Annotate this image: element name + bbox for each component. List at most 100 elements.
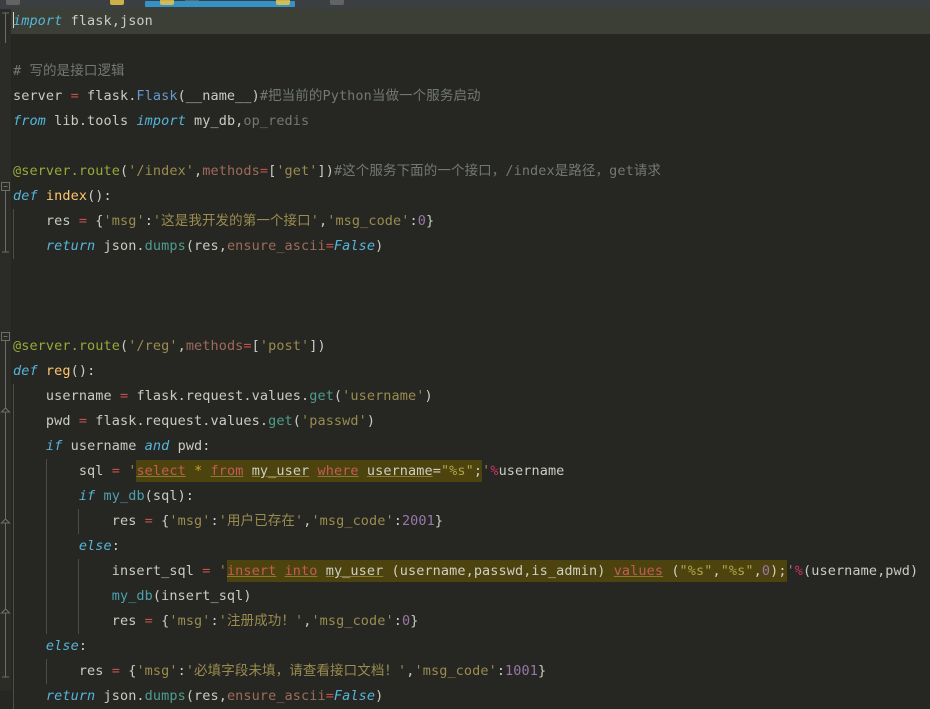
code-line[interactable]: if my_db(sql):: [11, 484, 930, 509]
code-line-text: else:: [13, 638, 87, 654]
code-token: ,: [177, 338, 186, 354]
code-token: 'msg_code': [414, 663, 497, 679]
code-line[interactable]: [11, 34, 930, 59]
code-token: 0: [761, 563, 771, 579]
code-token: __name__: [185, 88, 252, 104]
code-line-text: else:: [13, 538, 120, 554]
code-line[interactable]: res = {'msg':'注册成功！','msg_code':0}: [11, 609, 930, 634]
indent-guide: [45, 484, 47, 509]
code-token: ,: [753, 563, 762, 579]
code-token: ): [366, 413, 376, 429]
code-token: =: [325, 688, 334, 704]
code-line[interactable]: else:: [11, 634, 930, 659]
code-token: }: [410, 613, 419, 629]
code-token: :: [393, 513, 402, 529]
code-line[interactable]: [11, 259, 930, 284]
code-token: :: [210, 513, 219, 529]
indent-guide: [45, 584, 47, 609]
code-line[interactable]: server = flask.Flask(__name__)#把当前的Pytho…: [11, 84, 930, 109]
code-line[interactable]: pwd = flask.request.values.get('passwd'): [11, 409, 930, 434]
code-token: (username,pwd): [803, 563, 919, 579]
code-token: ;: [473, 463, 483, 479]
code-token: flask.request.values.: [128, 388, 310, 404]
code-token: "%s": [440, 463, 474, 479]
code-folding-gutter[interactable]: [0, 9, 11, 691]
code-line[interactable]: if username and pwd:: [11, 434, 930, 459]
code-line-text: my_db(insert_sql): [13, 588, 252, 604]
code-line[interactable]: [11, 284, 930, 309]
code-line[interactable]: res = {'msg':'这是我开发的第一个接口','msg_code':0}: [11, 209, 930, 234]
code-line-text: import flask,json: [13, 12, 153, 29]
code-line-text: if username and pwd:: [13, 438, 211, 454]
bulb-icon-2[interactable]: [160, 0, 174, 5]
code-token: 'msg': [169, 513, 211, 529]
code-line[interactable]: @server.route('/reg',methods=['post']): [11, 334, 930, 359]
code-line[interactable]: def reg():: [11, 359, 930, 384]
bulb-icon-3[interactable]: [276, 0, 290, 5]
code-token: flask.: [78, 88, 137, 104]
code-token: 'post': [259, 338, 310, 354]
indent-guide: [45, 459, 47, 484]
indent-guide: [78, 509, 80, 534]
indent-guide: [13, 484, 14, 509]
code-token: =: [432, 463, 441, 479]
code-line[interactable]: [11, 134, 930, 159]
code-token: 'passwd': [301, 413, 367, 429]
code-token: ': [786, 563, 795, 579]
code-line[interactable]: else:: [11, 534, 930, 559]
code-token: =: [111, 463, 120, 479]
code-line[interactable]: [11, 309, 930, 334]
code-line[interactable]: return json.dumps(res,ensure_ascii=False…: [11, 684, 930, 709]
code-token: {: [87, 213, 104, 229]
code-token: @server.route: [13, 338, 120, 354]
code-token: username: [366, 463, 433, 479]
code-line[interactable]: sql = 'select * from my_user where usern…: [11, 459, 930, 484]
toolbar-icon-more[interactable]: [330, 0, 344, 5]
code-token: :: [202, 438, 211, 454]
code-token: lib.tools: [45, 113, 137, 129]
code-line[interactable]: my_db(insert_sql): [11, 584, 930, 609]
code-token: 'msg_code': [311, 513, 394, 529]
toolbar-icon-run[interactable]: [6, 0, 20, 5]
code-token: 'username': [342, 388, 425, 404]
code-line[interactable]: res = {'msg':'必填字段未填，请查看接口文档！','msg_code…: [11, 659, 930, 684]
code-token: ():: [87, 188, 112, 204]
code-content[interactable]: import flask,json # 写的是接口逻辑 server = flask…: [11, 9, 930, 709]
code-line-text: if my_db(sql):: [13, 488, 194, 504]
code-token: reg: [45, 363, 71, 379]
code-line[interactable]: @server.route('/index',methods=['get'])#…: [11, 159, 930, 184]
code-token: res: [111, 613, 145, 629]
code-editor[interactable]: import flask,json # 写的是接口逻辑 server = flask…: [0, 9, 930, 709]
code-token: '注册成功！': [218, 613, 304, 629]
code-token: return: [45, 688, 96, 704]
code-line[interactable]: def index():: [11, 184, 930, 209]
code-line[interactable]: import flask,json: [11, 9, 930, 34]
code-token: username: [498, 463, 565, 479]
code-token: ): [424, 388, 433, 404]
code-line-text: sql = 'select * from my_user where usern…: [13, 463, 564, 479]
code-line[interactable]: insert_sql = 'insert into my_user (usern…: [11, 559, 930, 584]
code-line-text: @server.route('/reg',methods=['post']): [13, 338, 326, 354]
code-line[interactable]: from lib.tools import my_db,op_redis: [11, 109, 930, 134]
code-token: from: [210, 463, 244, 479]
code-line[interactable]: username = flask.request.values.get('use…: [11, 384, 930, 409]
code-token: 'msg': [169, 613, 211, 629]
indent-guide: [78, 609, 80, 634]
code-line[interactable]: res = {'msg':'用户已存在','msg_code':2001}: [11, 509, 930, 534]
code-token: [: [251, 338, 260, 354]
code-token: server: [13, 88, 71, 104]
editor-toolbar[interactable]: [0, 0, 930, 9]
code-token: ): [375, 238, 384, 254]
bulb-icon[interactable]: [110, 0, 124, 5]
code-line-text: return json.dumps(res,ensure_ascii=False…: [13, 688, 383, 704]
code-token: :: [393, 613, 402, 629]
code-line[interactable]: return json.dumps(res,ensure_ascii=False…: [11, 234, 930, 259]
indent-guide: [45, 659, 47, 684]
code-line[interactable]: # 写的是接口逻辑: [11, 59, 930, 84]
code-token: ': [218, 563, 227, 579]
fold-markers[interactable]: [0, 9, 11, 691]
code-token: dumps: [144, 238, 186, 254]
